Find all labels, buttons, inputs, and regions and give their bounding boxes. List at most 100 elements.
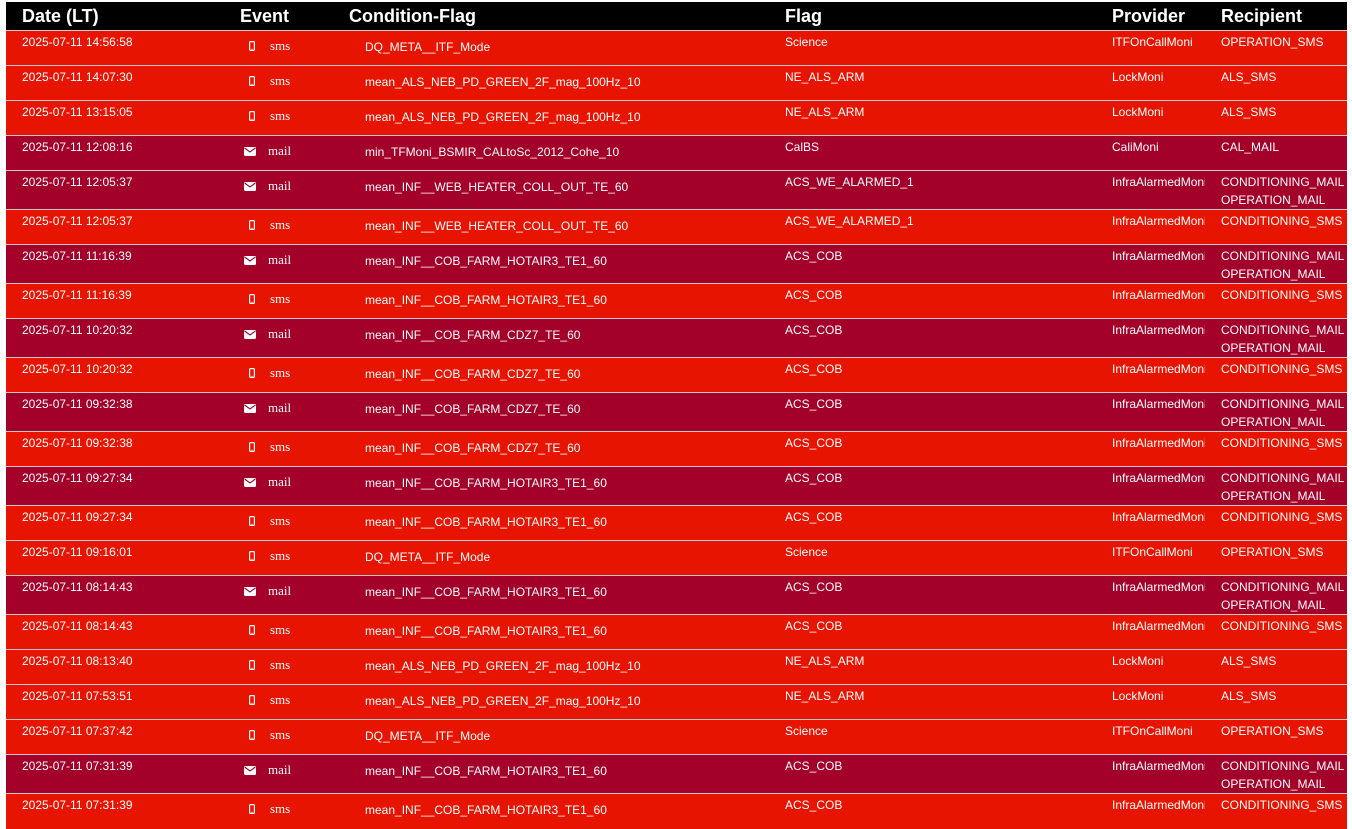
table-row[interactable]: 2025-07-11 07:31:39 mail mean_INF__COB_FAR… xyxy=(6,754,1347,794)
table-row[interactable]: 2025-07-11 07:31:39 sms mean_INF__COB_FARM… xyxy=(6,793,1347,829)
column-header-flag[interactable]: Flag xyxy=(769,2,1096,31)
date-cell: 2025-07-11 11:16:39 xyxy=(22,288,132,302)
recipient-cell: ALS_SMS xyxy=(1205,101,1347,136)
provider-cell: CaliMoni xyxy=(1112,140,1159,154)
provider-cell: InfraAlarmedMoni xyxy=(1112,288,1205,302)
condition-flag-value: DQ_META__ITF_Mode xyxy=(365,40,491,54)
column-header-event[interactable]: Event xyxy=(224,2,333,31)
table-row[interactable]: 2025-07-11 11:16:39 mail mean_INF__COB_FAR… xyxy=(6,244,1347,284)
table-row[interactable]: 2025-07-11 12:05:37 sms mean_INF__WEB_HEAT… xyxy=(6,209,1347,245)
event-cell: mail xyxy=(224,576,333,615)
flag-cell: Science xyxy=(785,545,828,559)
flag-cell: ACS_COB xyxy=(785,619,843,633)
table-row[interactable]: 2025-07-11 14:56:58 sms DQ_META__ITF_Mode S… xyxy=(6,30,1347,66)
condition-flag-value: min_TFMoni_BSMIR_CALtoSc_2012_Cohe_10 xyxy=(365,145,620,159)
recipient-value: OPERATION_SMS xyxy=(1221,35,1324,49)
recipient-value: OPERATION_MAIL xyxy=(1221,489,1326,503)
table-body: 2025-07-11 14:56:58 sms DQ_META__ITF_Mode S… xyxy=(6,30,1347,829)
recipient-value: OPERATION_MAIL xyxy=(1221,341,1326,355)
table-row[interactable]: 2025-07-11 12:05:37 mail mean_INF__WEB_HEA… xyxy=(6,170,1347,210)
recipient-cell: CONDITIONING_MAIL OPERATION_MAIL xyxy=(1205,467,1347,506)
condition-flag-cell: mean_INF__WEB_HEATER_COLL_OUT_TE_60 xyxy=(333,171,769,210)
date-cell: 2025-07-11 12:05:37 xyxy=(22,175,133,189)
condition-flag-value: mean_INF__WEB_HEATER_COLL_OUT_TE_60 xyxy=(365,219,629,233)
column-header-recipient[interactable]: Recipient xyxy=(1205,2,1347,31)
recipient-value: CONDITIONING_MAIL xyxy=(1221,249,1345,263)
date-cell: 2025-07-11 09:27:34 xyxy=(22,510,133,524)
recipient-value: CONDITIONING_SMS xyxy=(1221,510,1343,524)
mobile-phone-icon xyxy=(224,292,258,306)
table-row[interactable]: 2025-07-11 09:27:34 sms mean_INF__COB_FARM… xyxy=(6,505,1347,541)
event-cell: sms xyxy=(224,210,333,245)
envelope-icon xyxy=(224,401,256,415)
recipient-cell: CONDITIONING_SMS xyxy=(1205,284,1347,319)
recipient-value: CONDITIONING_SMS xyxy=(1221,619,1343,633)
event-cell: sms xyxy=(224,650,333,685)
event-cell: sms xyxy=(224,615,333,650)
condition-flag-cell: DQ_META__ITF_Mode xyxy=(333,720,769,755)
date-cell: 2025-07-11 13:15:05 xyxy=(22,105,133,119)
table-row[interactable]: 2025-07-11 07:53:51 sms mean_ALS_NEB_PD_GR… xyxy=(6,684,1347,720)
recipient-value: CONDITIONING_SMS xyxy=(1221,288,1343,302)
date-cell: 2025-07-11 08:13:40 xyxy=(22,654,133,668)
condition-flag-value: mean_ALS_NEB_PD_GREEN_2F_mag_100Hz_10 xyxy=(365,694,641,708)
column-header-condition-flag[interactable]: Condition-Flag xyxy=(333,2,769,31)
condition-flag-value: mean_INF__COB_FARM_CDZ7_TE_60 xyxy=(365,367,581,381)
event-cell: sms xyxy=(224,794,333,829)
condition-flag-cell: mean_INF__COB_FARM_HOTAIR3_TE1_60 xyxy=(333,284,769,319)
table-row[interactable]: 2025-07-11 10:20:32 sms mean_INF__COB_FARM… xyxy=(6,357,1347,393)
envelope-icon xyxy=(224,253,256,267)
recipient-value: OPERATION_MAIL xyxy=(1221,193,1326,207)
provider-cell: InfraAlarmedMoni xyxy=(1112,580,1205,594)
condition-flag-cell: mean_INF__COB_FARM_CDZ7_TE_60 xyxy=(333,358,769,393)
table-row[interactable]: 2025-07-11 09:32:38 mail mean_INF__COB_FAR… xyxy=(6,392,1347,432)
mobile-phone-icon xyxy=(224,39,258,53)
table-row[interactable]: 2025-07-11 09:16:01 sms DQ_META__ITF_Mode S… xyxy=(6,540,1347,576)
provider-cell: LockMoni xyxy=(1112,654,1164,668)
condition-flag-cell: mean_INF__COB_FARM_HOTAIR3_TE1_60 xyxy=(333,506,769,541)
event-label: mail xyxy=(268,583,292,598)
event-label: sms xyxy=(270,291,291,306)
table-row[interactable]: 2025-07-11 12:08:16 mail min_TFMoni_BSMIR_… xyxy=(6,135,1347,171)
column-header-date[interactable]: Date (LT) xyxy=(6,2,224,31)
table-row[interactable]: 2025-07-11 10:20:32 mail mean_INF__COB_FAR… xyxy=(6,318,1347,358)
mobile-phone-icon xyxy=(224,366,258,380)
condition-flag-value: mean_INF__COB_FARM_HOTAIR3_TE1_60 xyxy=(365,585,607,599)
recipient-cell: ALS_SMS xyxy=(1205,650,1347,685)
provider-cell: InfraAlarmedMoni xyxy=(1112,619,1205,633)
table-row[interactable]: 2025-07-11 11:16:39 sms mean_INF__COB_FARM… xyxy=(6,283,1347,319)
flag-cell: NE_ALS_ARM xyxy=(785,654,865,668)
flag-cell: ACS_COB xyxy=(785,798,843,812)
flag-cell: ACS_COB xyxy=(785,249,843,263)
recipient-value: CONDITIONING_MAIL xyxy=(1221,397,1345,411)
table-row[interactable]: 2025-07-11 13:15:05 sms mean_ALS_NEB_PD_GR… xyxy=(6,100,1347,136)
recipient-cell: CONDITIONING_MAIL OPERATION_MAIL xyxy=(1205,576,1347,615)
table-row[interactable]: 2025-07-11 08:14:43 sms mean_INF__COB_FARM… xyxy=(6,614,1347,650)
table-row[interactable]: 2025-07-11 07:37:42 sms DQ_META__ITF_Mode S… xyxy=(6,719,1347,755)
event-cell: mail xyxy=(224,136,333,171)
table-row[interactable]: 2025-07-11 14:07:30 sms mean_ALS_NEB_PD_GR… xyxy=(6,65,1347,101)
recipient-cell: CONDITIONING_SMS xyxy=(1205,615,1347,650)
table-row[interactable]: 2025-07-11 08:13:40 sms mean_ALS_NEB_PD_GR… xyxy=(6,649,1347,685)
date-cell: 2025-07-11 12:08:16 xyxy=(22,140,133,154)
condition-flag-cell: mean_INF__WEB_HEATER_COLL_OUT_TE_60 xyxy=(333,210,769,245)
event-cell: mail xyxy=(224,171,333,210)
date-cell: 2025-07-11 10:20:32 xyxy=(22,323,133,337)
condition-flag-cell: mean_INF__COB_FARM_CDZ7_TE_60 xyxy=(333,319,769,358)
recipient-value: CONDITIONING_SMS xyxy=(1221,214,1343,228)
provider-cell: ITFOnCallMoni xyxy=(1112,545,1193,559)
recipient-cell: CONDITIONING_MAIL OPERATION_MAIL xyxy=(1205,755,1347,794)
provider-cell: InfraAlarmedMoni xyxy=(1112,323,1205,337)
table-row[interactable]: 2025-07-11 08:14:43 mail mean_INF__COB_FAR… xyxy=(6,575,1347,615)
table-row[interactable]: 2025-07-11 09:32:38 sms mean_INF__COB_FARM… xyxy=(6,431,1347,467)
date-cell: 2025-07-11 08:14:43 xyxy=(22,619,133,633)
date-cell: 2025-07-11 07:31:39 xyxy=(22,798,133,812)
condition-flag-value: mean_ALS_NEB_PD_GREEN_2F_mag_100Hz_10 xyxy=(365,659,641,673)
column-header-provider[interactable]: Provider xyxy=(1096,2,1205,31)
condition-flag-cell: mean_INF__COB_FARM_CDZ7_TE_60 xyxy=(333,393,769,432)
mobile-phone-icon xyxy=(224,623,258,637)
envelope-icon xyxy=(224,327,256,341)
table-row[interactable]: 2025-07-11 09:27:34 mail mean_INF__COB_FAR… xyxy=(6,466,1347,506)
event-label: sms xyxy=(270,38,291,53)
condition-flag-cell: mean_INF__COB_FARM_HOTAIR3_TE1_60 xyxy=(333,467,769,506)
